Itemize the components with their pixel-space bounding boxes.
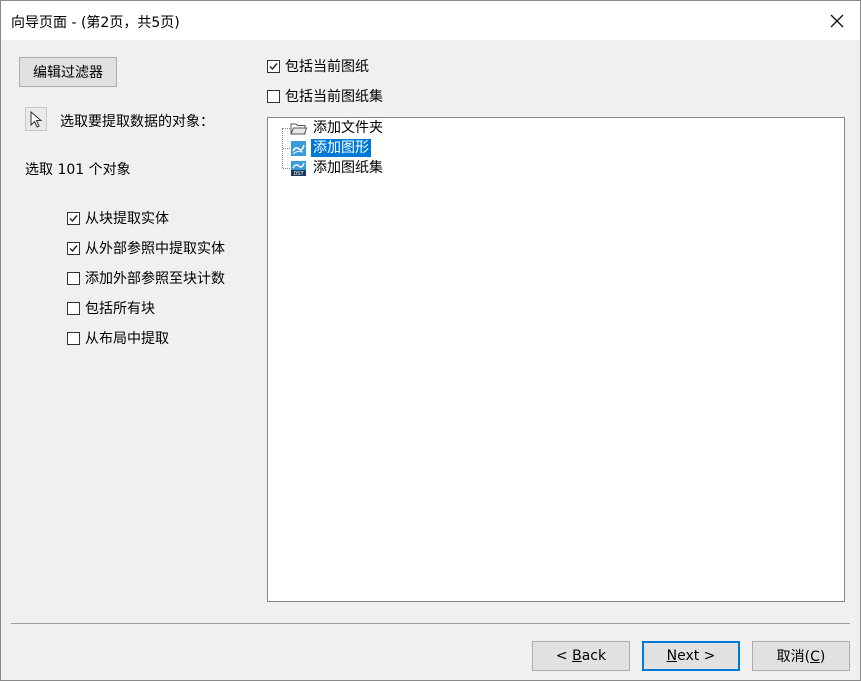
checkbox[interactable] (67, 301, 80, 315)
option-label: 从外部参照中提取实体 (85, 241, 225, 257)
tree-connector-line (283, 168, 290, 169)
include-current-drawing-option[interactable]: 包括当前图纸 (267, 56, 369, 76)
select-objects-button[interactable] (25, 107, 47, 131)
option-extract-from-blocks[interactable]: 从块提取实体 (67, 208, 169, 228)
close-button[interactable] (814, 1, 860, 40)
checkbox[interactable] (267, 59, 280, 73)
checkbox[interactable] (67, 241, 80, 255)
tree-connector-line (283, 128, 290, 129)
cursor-arrow-icon (30, 110, 43, 128)
option-label: 从块提取实体 (85, 211, 169, 227)
select-objects-prompt: 选取要提取数据的对象： (60, 114, 214, 130)
option-include-all-blocks[interactable]: 包括所有块 (67, 298, 155, 318)
footer-separator (11, 623, 850, 624)
checkbox[interactable] (67, 211, 80, 225)
cancel-button-label: 取消(C) (776, 649, 826, 665)
tree-item-add-drawing[interactable]: 添加图形 (290, 138, 371, 158)
edit-filter-button[interactable]: 编辑过滤器 (19, 57, 117, 87)
dwg-file-icon (291, 140, 306, 156)
tree-item-add-sheetset[interactable]: DST 添加图纸集 (290, 158, 385, 178)
checkbox[interactable] (67, 271, 80, 285)
wizard-dialog: 向导页面 - (第2页，共5页) 编辑过滤器 选取要提取数据的对象： 选取 10… (0, 0, 861, 681)
tree-item-label: 添加图纸集 (313, 160, 383, 176)
selected-count-text: 选取 101 个对象 (25, 162, 131, 178)
checkmark-icon (269, 62, 278, 70)
option-label: 包括所有块 (85, 301, 155, 317)
tree-item-add-folder[interactable]: 添加文件夹 (290, 118, 385, 138)
back-button-label: < Back (555, 648, 607, 664)
option-add-xrefs-to-block-count[interactable]: 添加外部参照至块计数 (67, 268, 225, 288)
back-button[interactable]: < Back (532, 641, 630, 671)
close-icon (830, 14, 844, 27)
source-tree[interactable] (267, 117, 845, 602)
option-extract-from-layouts[interactable]: 从布局中提取 (67, 328, 169, 348)
tree-item-label: 添加文件夹 (313, 120, 383, 136)
next-button-label: Next > (666, 648, 716, 664)
next-button[interactable]: Next > (642, 641, 740, 671)
option-label: 从布局中提取 (85, 331, 169, 347)
option-label: 包括当前图纸 (285, 59, 369, 75)
window-title: 向导页面 - (第2页，共5页) (11, 15, 180, 31)
checkbox[interactable] (67, 331, 80, 345)
cancel-button[interactable]: 取消(C) (752, 641, 850, 671)
folder-icon (290, 123, 307, 134)
tree-connector-line (283, 148, 290, 149)
checkbox[interactable] (267, 89, 280, 103)
option-label: 添加外部参照至块计数 (85, 271, 225, 287)
checkmark-icon (69, 244, 78, 252)
include-current-sheetset-option[interactable]: 包括当前图纸集 (267, 86, 383, 106)
option-label: 包括当前图纸集 (285, 89, 383, 105)
checkmark-icon (69, 214, 78, 222)
tree-item-label: 添加图形 (311, 139, 371, 157)
title-bar: 向导页面 - (第2页，共5页) (1, 1, 860, 40)
dst-file-icon: DST (291, 160, 306, 177)
svg-text:DST: DST (293, 171, 304, 177)
option-extract-from-xrefs[interactable]: 从外部参照中提取实体 (67, 238, 225, 258)
